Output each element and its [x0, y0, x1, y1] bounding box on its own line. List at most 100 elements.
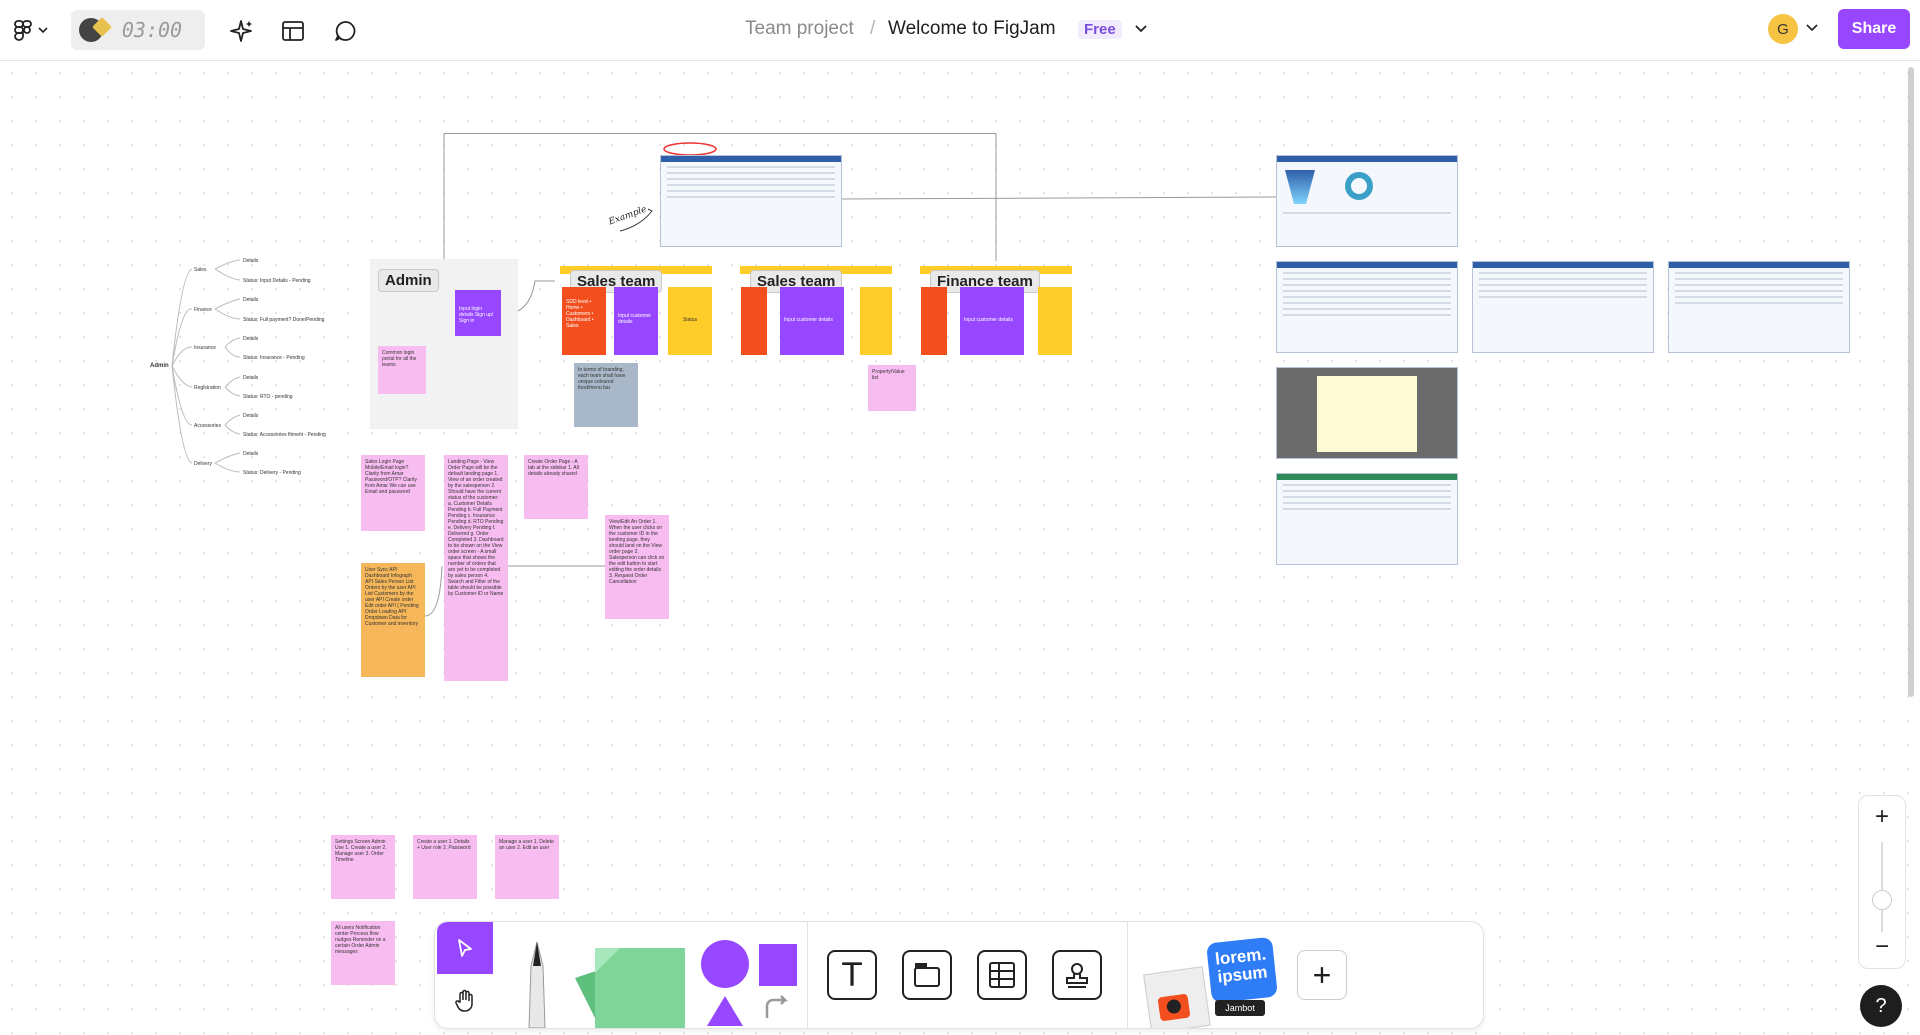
bottom-toolbar: T lorem. ipsum Jambot + — [434, 921, 1484, 1029]
stamp-tool[interactable] — [1052, 950, 1102, 1000]
sticky-note[interactable]: In terms of branding, each team shall ha… — [574, 363, 638, 427]
mindmap-root[interactable]: Admin — [150, 363, 169, 369]
marker-tool[interactable] — [507, 936, 567, 1028]
more-tools-button[interactable]: + — [1297, 950, 1347, 1000]
ai-sparkle-button[interactable] — [226, 16, 256, 46]
zoom-out-button[interactable]: − — [1859, 932, 1905, 962]
mindmap-leaf[interactable]: Details — [243, 258, 258, 264]
section-label-admin[interactable]: Admin — [378, 269, 439, 292]
jambot-widget: Jambot — [1215, 1000, 1265, 1016]
text-tool[interactable]: T — [827, 950, 877, 1000]
file-menu-button[interactable] — [1130, 18, 1152, 40]
zoom-slider-handle[interactable] — [1872, 890, 1892, 910]
shape-tool[interactable] — [697, 934, 797, 1026]
comment-icon — [335, 21, 356, 41]
figma-logo-icon — [14, 20, 48, 41]
plan-badge: Free — [1078, 20, 1122, 39]
screenshot-image[interactable] — [1276, 473, 1458, 565]
sticky-note[interactable]: Input customer details — [614, 287, 658, 355]
sticky-note[interactable]: Common login portal for all the teams — [378, 346, 426, 394]
sticky-note[interactable]: User Sync API Dashboard Infograph API Sa… — [361, 563, 425, 677]
widgets-stickers-tool[interactable]: lorem. ipsum Jambot — [1143, 936, 1278, 1028]
mindmap-leaf[interactable]: Details — [243, 451, 258, 457]
toolbar-divider — [807, 922, 808, 1028]
hand-icon — [455, 989, 473, 1012]
sticky-note[interactable]: Property/Value list — [868, 365, 916, 411]
zoom-in-button[interactable]: + — [1859, 802, 1905, 832]
mindmap-leaf[interactable]: Status: Delivery - Pending — [243, 470, 301, 476]
cursor-icon — [458, 939, 472, 957]
help-button[interactable]: ? — [1860, 985, 1902, 1027]
top-bar: 03:00 Team project / Welcome to FigJam F… — [0, 0, 1920, 61]
sticky-note[interactable]: Input login details Sign up/ Sign in — [455, 290, 501, 336]
section-icon — [914, 963, 940, 987]
sticky-note[interactable] — [741, 287, 767, 355]
mindmap-leaf[interactable]: Details — [243, 375, 258, 381]
pen-icon — [528, 941, 546, 1028]
screenshot-image[interactable] — [1276, 261, 1458, 353]
chevron-down-icon — [1806, 24, 1818, 32]
mindmap-leaf[interactable]: Status: Accessories fitment - Pending — [243, 432, 326, 438]
sticky-note[interactable]: Input customer details — [780, 287, 844, 355]
hand-tool[interactable] — [437, 976, 493, 1026]
vertical-scrollbar[interactable] — [1908, 67, 1914, 697]
sticky-note[interactable]: Manage a user 1. Delete an user 2. Edit … — [495, 835, 559, 899]
main-menu-button[interactable] — [10, 14, 52, 46]
mindmap-branch[interactable]: Finance — [194, 307, 212, 313]
section-tool[interactable] — [902, 950, 952, 1000]
sticky-note[interactable]: Sales Login Page Mobile/Email login? Cla… — [361, 455, 425, 531]
screenshot-image[interactable] — [660, 155, 842, 247]
avatar-menu-button[interactable] — [1804, 20, 1820, 36]
mindmap-leaf[interactable]: Details — [243, 297, 258, 303]
mindmap-leaf[interactable]: Status: Full payment? Done/Pending — [243, 317, 324, 323]
sticky-note[interactable]: Create Order Page - A tab at the sidebar… — [524, 455, 588, 519]
project-breadcrumb[interactable]: Team project — [745, 18, 854, 40]
screenshot-image[interactable] — [1276, 367, 1458, 459]
mindmap-branch[interactable]: Registration — [194, 385, 221, 391]
mindmap-leaf[interactable]: Details — [243, 336, 258, 342]
screenshot-image[interactable] — [1668, 261, 1850, 353]
mindmap-branch[interactable]: Sales — [194, 267, 207, 273]
shapes-icon — [701, 940, 797, 1026]
sticky-note[interactable]: Settings Screen Admin Use 1. Create a us… — [331, 835, 395, 899]
table-tool[interactable] — [977, 950, 1027, 1000]
mindmap-leaf[interactable]: Details — [243, 413, 258, 419]
sticky-note[interactable]: SDD level • Home • Customers • Dashboard… — [562, 287, 606, 355]
sticky-note-tool[interactable] — [575, 938, 685, 1028]
sticky-note[interactable] — [860, 287, 892, 355]
zoom-slider-track[interactable] — [1881, 842, 1883, 932]
sticky-note[interactable]: All users Notification center Process fl… — [331, 921, 395, 985]
avatar[interactable]: G — [1768, 14, 1798, 44]
mindmap-leaf[interactable]: Status: Input Details - Pending — [243, 278, 311, 284]
text-icon: T — [842, 956, 862, 994]
templates-button[interactable] — [278, 16, 308, 46]
sticky-note[interactable]: Create a user 1. Details + User role 2. … — [413, 835, 477, 899]
file-title[interactable]: Welcome to FigJam — [888, 18, 1056, 40]
mindmap-leaf[interactable]: Status: RTO - pending — [243, 394, 293, 400]
camera-sticker-icon — [1143, 966, 1211, 1028]
sticky-note[interactable]: Landing Page - View Order Page will be t… — [444, 455, 508, 681]
zoom-panel: + − — [1858, 795, 1906, 969]
sticky-note[interactable]: View/Edit An Order 1. When the user clic… — [605, 515, 669, 619]
mindmap-branch[interactable]: Insurance — [194, 345, 216, 351]
mindmap-branch[interactable]: Delivery — [194, 461, 212, 467]
table-icon — [989, 962, 1015, 988]
timer-button[interactable]: 03:00 — [71, 10, 205, 50]
mindmap-branch[interactable]: Accessories — [194, 423, 221, 429]
lorem-ipsum-sticker: lorem. ipsum — [1206, 936, 1278, 1004]
mindmap-leaf[interactable]: Status: Insurance - Pending — [243, 355, 305, 361]
chevron-down-icon — [1135, 25, 1147, 33]
sticky-note[interactable] — [1038, 287, 1072, 355]
screenshot-image[interactable] — [1472, 261, 1654, 353]
layout-icon — [282, 21, 304, 41]
sticky-note[interactable]: Status — [668, 287, 712, 355]
share-button[interactable]: Share — [1838, 9, 1910, 49]
whiteboard-canvas[interactable]: Admin Sales Details Status: Input Detail… — [0, 61, 1920, 1035]
sticky-note[interactable]: Input customer details — [960, 287, 1024, 355]
screenshot-image[interactable] — [1276, 155, 1458, 247]
timer-value: 03:00 — [121, 18, 183, 42]
sticky-note[interactable] — [921, 287, 947, 355]
comments-button[interactable] — [330, 16, 360, 46]
move-tool[interactable] — [437, 922, 493, 974]
sticky-stack-icon — [575, 948, 685, 1028]
